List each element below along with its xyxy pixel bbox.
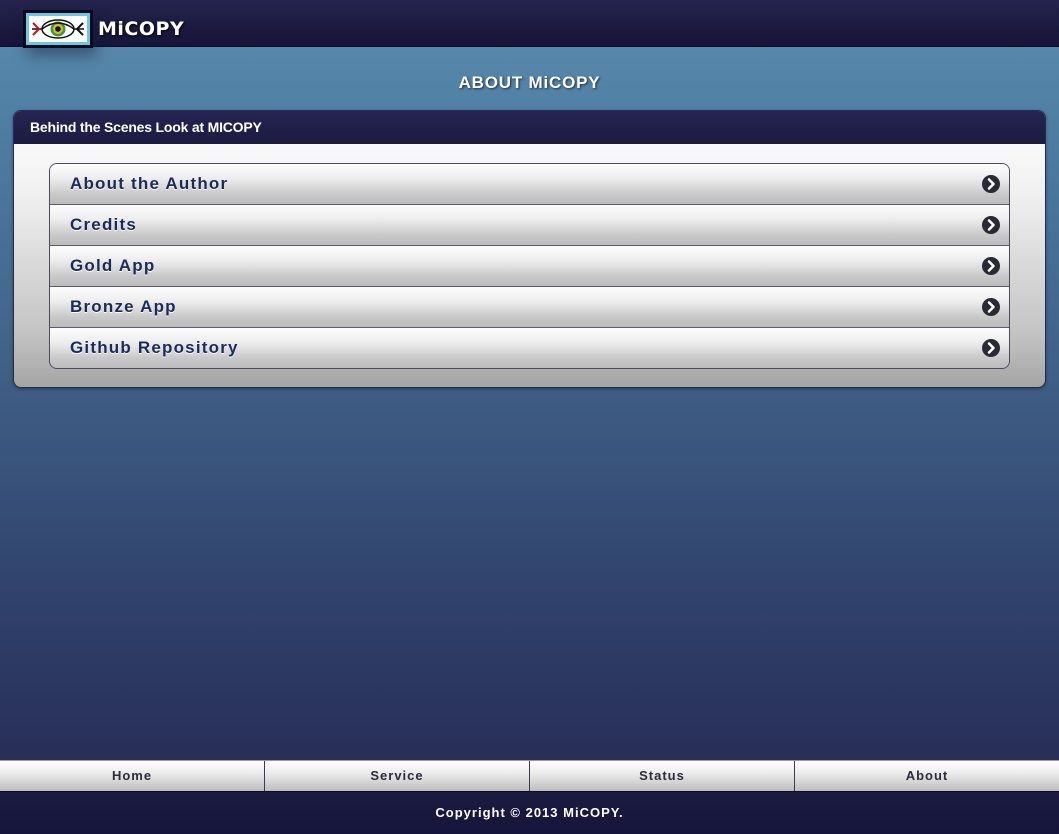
page-title: ABOUT MiCOPY — [458, 73, 601, 92]
app-header: MiCOPY — [0, 0, 1059, 48]
brand-name: MiCOPY — [98, 18, 185, 40]
bottom-nav-bar: Home Service Status About — [0, 760, 1059, 791]
nav-tab-service[interactable]: Service — [264, 761, 529, 791]
nav-tab-home[interactable]: Home — [0, 761, 264, 791]
menu-item-credits[interactable]: Credits — [50, 204, 1009, 245]
about-panel: Behind the Scenes Look at MICOPY About t… — [13, 110, 1046, 388]
menu-item-label: Bronze App — [70, 297, 177, 316]
menu-item-about-author[interactable]: About the Author — [50, 164, 1009, 204]
copyright-footer: Copyright © 2013 MiCOPY. — [0, 791, 1059, 834]
menu-item-bronze-app[interactable]: Bronze App — [50, 286, 1009, 327]
panel-title: Behind the Scenes Look at MICOPY — [14, 111, 1045, 144]
chevron-right-circle-icon — [982, 257, 1000, 275]
menu-item-label: Credits — [70, 215, 137, 234]
nav-tab-status[interactable]: Status — [529, 761, 794, 791]
chevron-right-circle-icon — [982, 298, 1000, 316]
menu-item-label: About the Author — [70, 174, 229, 193]
menu-item-github-repository[interactable]: Github Repository — [50, 327, 1009, 368]
menu-item-gold-app[interactable]: Gold App — [50, 245, 1009, 286]
menu-item-label: Github Repository — [70, 338, 239, 357]
menu-item-label: Gold App — [70, 256, 156, 275]
eye-logo-graphic — [29, 16, 87, 42]
chevron-right-circle-icon — [982, 339, 1000, 357]
eye-logo-icon[interactable] — [23, 10, 93, 48]
chevron-right-circle-icon — [982, 216, 1000, 234]
chevron-right-circle-icon — [982, 175, 1000, 193]
nav-tab-about[interactable]: About — [794, 761, 1059, 791]
about-menu-list: About the Author Credits Gold App Bronze… — [49, 163, 1010, 369]
